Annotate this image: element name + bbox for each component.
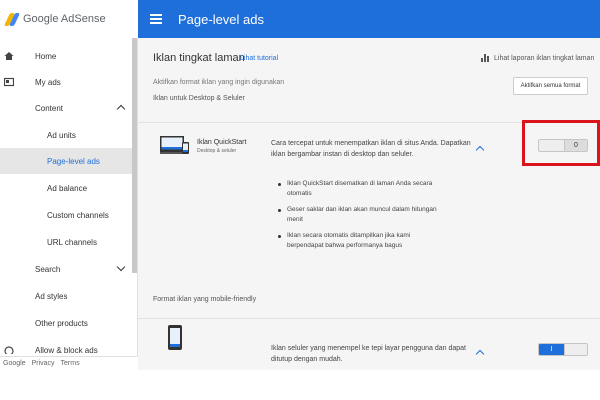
menu-icon[interactable] [150,14,162,24]
list-item: Iklan secara otomatis ditampilkan jika k… [278,231,448,251]
footer-terms[interactable]: Terms [61,360,80,367]
sidebar-item-allow-block-ads[interactable]: Allow & block ads [0,340,132,354]
ads-icon [4,77,14,87]
mobile-friendly-label: Format iklan yang mobile-friendly [153,296,257,303]
sidebar-scrollbar[interactable] [132,38,137,273]
home-icon [4,52,14,60]
anchor-toggle[interactable]: I [538,343,588,356]
sidebar-item-home[interactable]: Home [0,43,132,69]
adsense-window: Google AdSense Page-level ads Home My ad… [0,0,600,400]
sidebar-item-custom-channels[interactable]: Custom channels [0,202,132,228]
mobile-device-icon [168,325,182,350]
collapse-chevron-icon[interactable] [475,145,485,155]
list-item: Iklan QuickStart disematkan di laman And… [278,179,448,199]
logo-bar: Google AdSense [0,0,138,38]
chevron-down-icon [116,262,126,272]
quickstart-title: Iklan QuickStart [197,139,247,146]
footer-google[interactable]: Google [3,360,26,367]
list-item: Geser saklar dan iklan akan muncul dalam… [278,205,448,225]
sidebar-item-page-level-ads[interactable]: Page-level ads [0,148,132,174]
highlight-annotation [522,120,600,166]
top-app-bar: Page-level ads [138,0,600,38]
sidebar-item-content[interactable]: Content [0,95,132,121]
sidebar-item-my-ads[interactable]: My ads [0,69,132,95]
sidebar-item-url-channels[interactable]: URL channels [0,229,132,255]
page-title: Page-level ads [178,11,264,27]
footer-privacy[interactable]: Privacy [32,360,55,367]
sidebar-item-ad-styles[interactable]: Ad styles [0,283,132,309]
sidebar-footer: Google Privacy Terms [0,356,138,370]
bottom-blank-area [0,370,600,400]
block-icon [4,346,14,354]
adsense-logo-icon [3,12,21,26]
collapse-chevron-icon[interactable] [475,349,485,359]
section-heading: Iklan tingkat laman [153,52,245,64]
logo-text: Google AdSense [23,13,106,25]
section-description: Aktifkan format iklan yang ingin digunak… [153,79,285,86]
main-content: Iklan tingkat laman Lihat tutorial Lihat… [138,38,600,370]
tutorial-link[interactable]: Lihat tutorial [240,55,278,62]
quickstart-subtitle: Desktop & seluler [197,148,237,154]
bar-chart-icon [481,54,489,62]
toggle-state: I [539,344,564,355]
sidebar-item-ad-units[interactable]: Ad units [0,122,132,148]
sidebar-item-ad-balance[interactable]: Ad balance [0,175,132,201]
desktop-mobile-device-icon [160,136,189,154]
desktop-mobile-label: Iklan untuk Desktop & Seluler [153,95,245,102]
quickstart-bullets: Iklan QuickStart disematkan di laman And… [278,179,448,257]
sidebar: Home My ads Content Ad units Page-level … [0,38,138,400]
anchor-description: Iklan seluler yang menempel ke tepi laya… [271,345,466,363]
report-link[interactable]: Lihat laporan iklan tingkat laman [481,54,594,62]
chevron-up-icon [116,104,126,114]
sidebar-item-search[interactable]: Search [0,256,132,282]
sidebar-item-other-products[interactable]: Other products [0,310,132,336]
enable-all-formats-button[interactable]: Aktifkan semua format [513,77,588,95]
quickstart-description: Cara tercepat untuk menempatkan iklan di… [271,140,471,158]
anchor-ads-card: Iklan seluler yang menempel ke tepi laya… [138,318,600,370]
